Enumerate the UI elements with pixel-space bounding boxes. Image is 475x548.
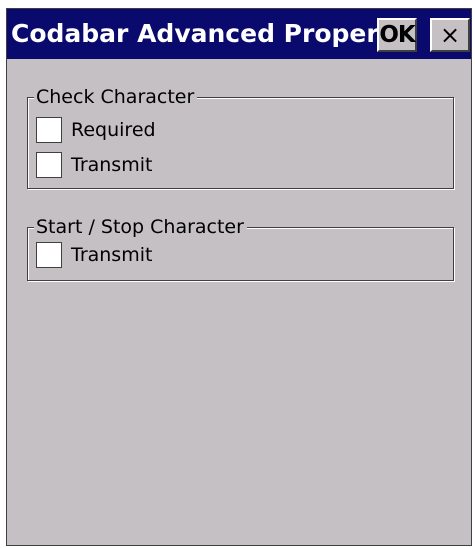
close-button[interactable]: × (430, 18, 470, 52)
check-character-legend: Check Character (34, 84, 198, 110)
required-checkbox[interactable] (36, 117, 62, 143)
dialog-window: Codabar Advanced Proper... OK × Check Ch… (6, 8, 472, 546)
title-bar: Codabar Advanced Proper... OK × (7, 9, 471, 59)
check-character-transmit-option[interactable]: Transmit (36, 150, 152, 180)
start-stop-character-legend: Start / Stop Character (34, 214, 247, 240)
ok-button[interactable]: OK (377, 18, 417, 52)
start-stop-transmit-option[interactable]: Transmit (36, 240, 152, 270)
start-stop-transmit-label: Transmit (71, 244, 153, 266)
close-icon: × (439, 21, 461, 49)
check-transmit-checkbox[interactable] (36, 152, 62, 178)
check-character-required-option[interactable]: Required (36, 115, 156, 145)
start-stop-character-group: Start / Stop Character Transmit (27, 214, 454, 281)
check-character-group: Check Character Required Transmit (27, 84, 454, 189)
window-title: Codabar Advanced Proper... (11, 19, 404, 48)
required-label: Required (71, 119, 156, 141)
start-stop-transmit-checkbox[interactable] (36, 242, 62, 268)
check-transmit-label: Transmit (71, 154, 153, 176)
